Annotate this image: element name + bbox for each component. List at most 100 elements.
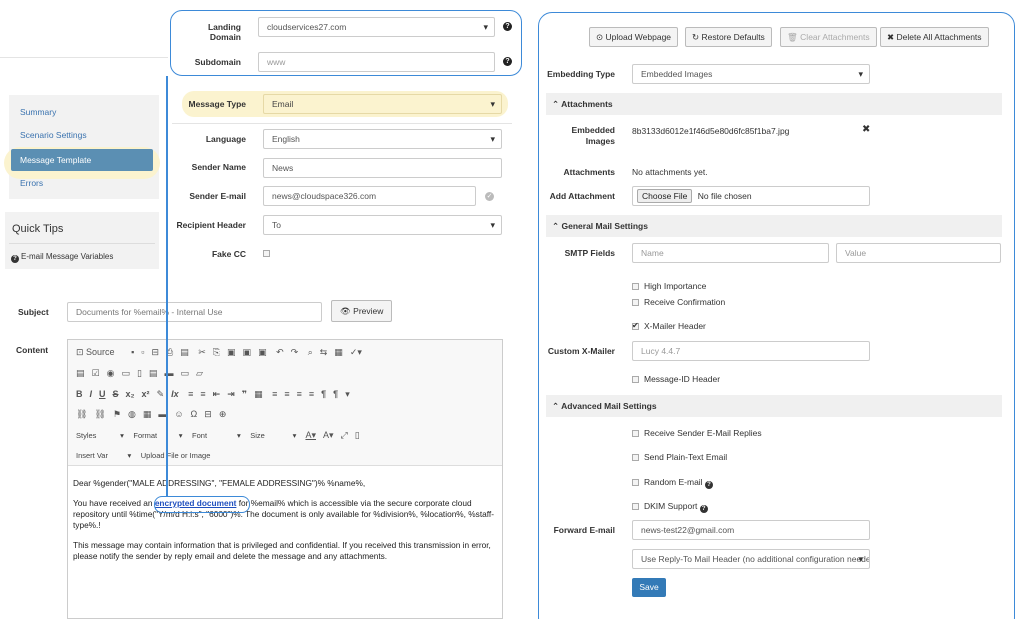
paste-text-icon[interactable]: ▣	[243, 347, 252, 357]
sidebar-item-scenario-settings[interactable]: Scenario Settings	[11, 124, 153, 146]
file-input[interactable]: Choose File No file chosen	[632, 186, 870, 206]
subscript-icon[interactable]: x₂	[126, 389, 135, 399]
source-button[interactable]: ⊡ Source	[76, 347, 122, 357]
delete-all-attachments-button[interactable]: ✖ Delete All Attachments	[880, 27, 989, 47]
upload-webpage-button[interactable]: ⊙ Upload Webpage	[589, 27, 679, 47]
rtl-icon[interactable]: ¶	[333, 389, 338, 399]
sidebar-item-summary[interactable]: Summary	[11, 101, 153, 123]
textfield-icon[interactable]: ▭	[121, 368, 130, 378]
editor-content[interactable]: Dear %gender("MALE ADDRESSING", "FEMALE …	[73, 478, 498, 571]
preview-button[interactable]: 👁 Preview	[331, 300, 393, 322]
new-page-icon[interactable]: ▫	[141, 347, 144, 357]
template-icon[interactable]: ▤	[180, 347, 189, 357]
smtp-value-input[interactable]: Value	[836, 243, 1001, 263]
receive-confirmation-checkbox[interactable]	[632, 299, 639, 306]
choose-file-button[interactable]: Choose File	[637, 189, 693, 203]
restore-defaults-button[interactable]: ↻ Restore Defaults	[685, 27, 772, 47]
table-icon[interactable]: ▦	[143, 409, 152, 419]
indent-icon[interactable]: ⇥	[227, 389, 235, 399]
preview-icon[interactable]: ⊟	[152, 347, 160, 357]
sender-name-input[interactable]: News	[263, 158, 502, 178]
size-dropdown[interactable]: Size ▾	[250, 431, 296, 440]
bold-icon[interactable]: B	[76, 389, 83, 399]
textarea-icon[interactable]: ▯	[137, 368, 142, 378]
div-icon[interactable]: ▦	[254, 389, 263, 399]
form-icon[interactable]: ▤	[76, 368, 85, 378]
select-icon[interactable]: ▤	[149, 368, 158, 378]
maximize-icon[interactable]: ⤢	[341, 430, 348, 440]
redo-icon[interactable]: ↷	[291, 347, 299, 357]
flash-icon[interactable]: ◍	[128, 409, 136, 419]
language-select[interactable]: English	[263, 129, 502, 149]
sender-email-input[interactable]: news@cloudspace326.com	[263, 186, 476, 206]
receive-replies-checkbox[interactable]	[632, 430, 639, 437]
outdent-icon[interactable]: ⇤	[213, 389, 221, 399]
find-icon[interactable]: ⌕	[308, 347, 313, 357]
fake-cc-checkbox[interactable]	[263, 250, 270, 257]
message-id-header-checkbox[interactable]	[632, 376, 639, 383]
attachments-section-header[interactable]: ⌃ Attachments	[546, 93, 1002, 115]
hidden-field-icon[interactable]: ▱	[196, 368, 203, 378]
align-left-icon[interactable]: ≡	[272, 389, 277, 399]
help-icon[interactable]: ?	[503, 22, 512, 31]
landing-domain-select[interactable]: cloudservices27.com	[258, 17, 495, 37]
replace-icon[interactable]: ⇆	[320, 347, 328, 357]
italic-icon[interactable]: I	[90, 389, 93, 399]
image-button-icon[interactable]: ▭	[180, 368, 189, 378]
dkim-checkbox[interactable]	[632, 503, 639, 510]
subdomain-input[interactable]: www	[258, 52, 495, 72]
general-mail-settings-header[interactable]: ⌃ General Mail Settings	[546, 215, 1002, 237]
iframe-icon[interactable]: ⊕	[219, 409, 227, 419]
plain-text-checkbox[interactable]	[632, 454, 639, 461]
radio-icon[interactable]: ◉	[107, 368, 115, 378]
spellcheck-icon[interactable]: ✓▾	[350, 347, 362, 357]
font-dropdown[interactable]: Font ▾	[192, 431, 241, 440]
forward-email-input[interactable]: news-test22@gmail.com	[632, 520, 870, 540]
justify-icon[interactable]: ≡	[309, 389, 314, 399]
bulleted-list-icon[interactable]: ≡	[200, 389, 205, 399]
subject-input[interactable]: Documents for %email% - Internal Use	[67, 302, 322, 322]
align-center-icon[interactable]: ≡	[284, 389, 289, 399]
link-icon[interactable]: ⛓	[76, 409, 87, 419]
paste-word-icon[interactable]: ▣	[258, 347, 267, 357]
clear-attachments-button[interactable]: 🗑 Clear Attachments	[780, 27, 877, 47]
bg-color-icon[interactable]: A▾	[323, 430, 334, 440]
help-icon[interactable]: ?	[503, 57, 512, 66]
advanced-mail-settings-header[interactable]: ⌃ Advanced Mail Settings	[546, 395, 1002, 417]
save-button[interactable]: Save	[632, 578, 666, 597]
ltr-icon[interactable]: ¶	[321, 389, 326, 399]
upload-file-button[interactable]: Upload File or Image	[141, 451, 211, 460]
email-variables-link[interactable]: ? E-mail Message Variables	[11, 252, 113, 263]
unlink-icon[interactable]: ⛓	[94, 409, 105, 419]
remove-image-icon[interactable]: ✖	[862, 124, 870, 135]
anchor-icon[interactable]: ⚑	[113, 409, 121, 419]
numbered-list-icon[interactable]: ≡	[188, 389, 193, 399]
show-blocks-icon[interactable]: ▯	[355, 430, 360, 440]
question-circle-icon[interactable]: ?	[699, 505, 708, 513]
superscript-icon[interactable]: x²	[142, 389, 150, 399]
language-icon[interactable]: ▾	[345, 389, 350, 399]
special-char-icon[interactable]: Ω	[191, 409, 198, 419]
rich-text-editor[interactable]: ⊡ Source ▪ ▫ ⊟ ⎙ ▤ ✂ ⎘ ▣ ▣ ▣ ↶ ↷ ⌕ ⇆ ▦ ✓▾ ▤ ☑ ◉ ▭ ▯ ▤ ▬ ▭ ▱ …	[67, 339, 503, 619]
smtp-name-input[interactable]: Name	[632, 243, 829, 263]
checkbox-icon[interactable]: ☑	[92, 368, 100, 378]
message-type-select[interactable]: Email	[263, 94, 502, 114]
cut-icon[interactable]: ✂	[198, 347, 206, 357]
page-break-icon[interactable]: ⊟	[204, 409, 212, 419]
align-right-icon[interactable]: ≡	[297, 389, 302, 399]
format-painter-icon[interactable]: ✎	[157, 389, 165, 399]
underline-icon[interactable]: U	[99, 389, 106, 399]
copy-icon[interactable]: ⎘	[213, 347, 220, 357]
undo-icon[interactable]: ↶	[276, 347, 284, 357]
high-importance-checkbox[interactable]	[632, 283, 639, 290]
select-all-icon[interactable]: ▦	[334, 347, 343, 357]
smiley-icon[interactable]: ☺	[174, 409, 183, 419]
embedding-type-select[interactable]: Embedded Images	[632, 64, 870, 84]
insert-var-dropdown[interactable]: Insert Var ▾	[76, 451, 131, 460]
question-circle-icon[interactable]: ?	[704, 481, 713, 489]
x-mailer-header-checkbox[interactable]	[632, 321, 639, 330]
random-email-checkbox[interactable]	[632, 479, 639, 486]
format-dropdown[interactable]: Format ▾	[133, 431, 182, 440]
strike-icon[interactable]: S	[113, 389, 119, 399]
remove-format-icon[interactable]: Ix	[171, 389, 179, 399]
